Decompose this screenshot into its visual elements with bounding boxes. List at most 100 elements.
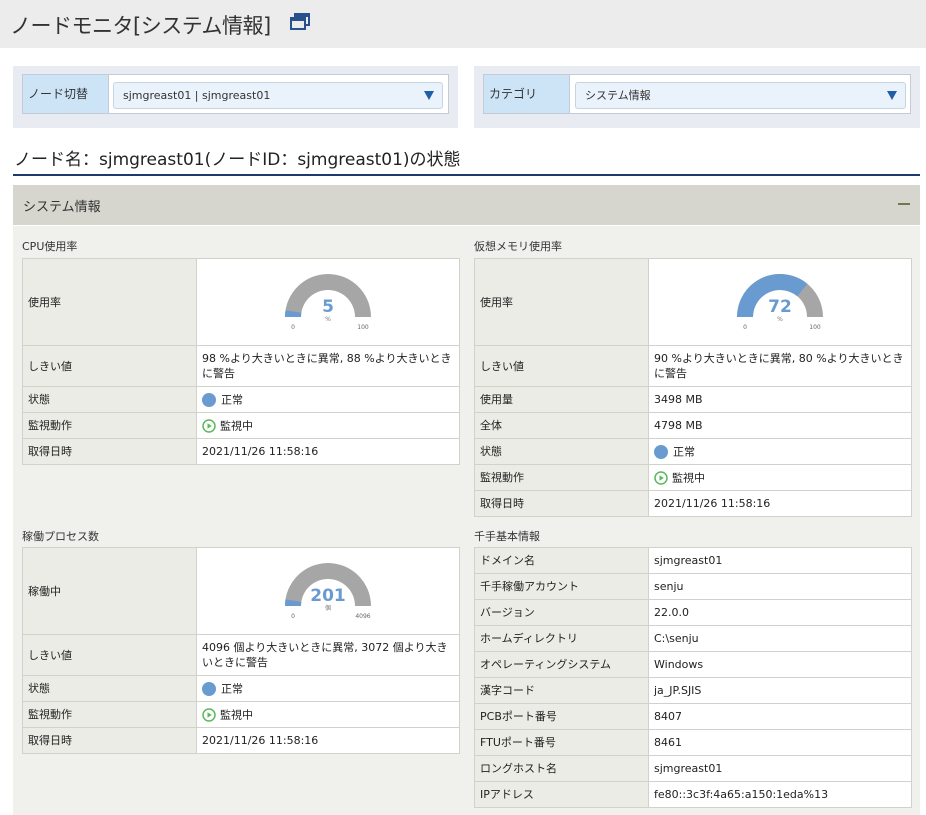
domain-label: ドメイン名 bbox=[474, 547, 649, 574]
table-row: 監視動作 監視中 bbox=[474, 464, 912, 491]
long-host-label: ロングホスト名 bbox=[474, 755, 649, 782]
table-row: 取得日時 2021/11/26 11:58:16 bbox=[474, 490, 912, 517]
charset-value: ja_JP.SJIS bbox=[648, 677, 912, 704]
total-value: 4798 MB bbox=[648, 412, 912, 439]
table-row: 千手稼働アカウント senju bbox=[474, 573, 912, 600]
gauge-min-label: 0 bbox=[291, 613, 295, 620]
senju-info-table: ドメイン名 sjmgreast01 千手稼働アカウント senju バージョン 22.… bbox=[474, 547, 912, 808]
table-row: 状態 正常 bbox=[474, 438, 912, 465]
status-value: 正常 bbox=[673, 445, 695, 459]
memory-usage-table: 使用率 72% 0 100 しきい値 90 %より大きいときに異常, 80 %より大… bbox=[474, 258, 912, 517]
play-circle-icon bbox=[654, 471, 668, 485]
table-row: ホームディレクトリ C:\senju bbox=[474, 625, 912, 652]
page-header: ノードモニタ[システム情報] bbox=[0, 0, 926, 48]
monitor-label: 監視動作 bbox=[474, 464, 649, 491]
cpu-gauge-cell: 5% 0 100 bbox=[196, 258, 460, 346]
dropdown-arrow-icon bbox=[887, 91, 897, 100]
category-selector-label: カテゴリ bbox=[484, 75, 570, 113]
system-info-section-header[interactable]: システム情報 bbox=[13, 185, 920, 225]
time-label: 取得日時 bbox=[22, 438, 197, 465]
senju-info-title: 千手基本情報 bbox=[474, 530, 540, 543]
threshold-label: しきい値 bbox=[474, 345, 649, 387]
time-value: 2021/11/26 11:58:16 bbox=[196, 438, 460, 465]
node-status-heading: ノード名：sjmgreast01(ノードID：sjmgreast01)の状態 bbox=[14, 150, 461, 170]
gauge-unit: 個 bbox=[325, 604, 331, 612]
table-row: 漢字コード ja_JP.SJIS bbox=[474, 677, 912, 704]
memory-gauge-cell: 72% 0 100 bbox=[648, 258, 912, 346]
time-value: 2021/11/26 11:58:16 bbox=[648, 490, 912, 517]
status-cell: 正常 bbox=[196, 675, 460, 702]
process-gauge-label: 稼働中 bbox=[22, 547, 197, 635]
category-selector-panel: カテゴリ システム情報 bbox=[474, 66, 920, 128]
process-gauge-cell: 201 個 0 4096 bbox=[196, 547, 460, 635]
table-row: 使用率 5% 0 100 bbox=[22, 258, 460, 346]
page-title: ノードモニタ[システム情報] bbox=[10, 14, 271, 38]
category-dropdown-value: システム情報 bbox=[585, 89, 651, 102]
table-row: 使用率 72% 0 100 bbox=[474, 258, 912, 346]
category-dropdown[interactable]: システム情報 bbox=[575, 82, 906, 109]
memory-usage-title: 仮想メモリ使用率 bbox=[474, 240, 562, 253]
threshold-value: 4096 個より大きいときに異常, 3072 個より大きいときに警告 bbox=[196, 634, 460, 676]
status-label: 状態 bbox=[22, 675, 197, 702]
node-selector-label: ノード切替 bbox=[23, 75, 109, 113]
version-value: 22.0.0 bbox=[648, 599, 912, 626]
monitor-cell: 監視中 bbox=[196, 412, 460, 439]
monitor-value: 監視中 bbox=[672, 471, 705, 485]
gauge-unit: % bbox=[325, 316, 331, 323]
pcb-port-value: 8407 bbox=[648, 703, 912, 730]
table-row: ドメイン名 sjmgreast01 bbox=[474, 547, 912, 574]
threshold-value: 90 %より大きいときに異常, 80 %より大きいときに警告 bbox=[648, 345, 912, 387]
ip-address-value: fe80::3c3f:4a65:a150:1eda%13 bbox=[648, 781, 912, 808]
pcb-port-label: PCBポート番号 bbox=[474, 703, 649, 730]
gauge-value: 201 bbox=[310, 586, 346, 606]
time-label: 取得日時 bbox=[474, 490, 649, 517]
status-value: 正常 bbox=[221, 682, 243, 696]
table-row: ロングホスト名 sjmgreast01 bbox=[474, 755, 912, 782]
table-row: 状態 正常 bbox=[22, 386, 460, 413]
threshold-label: しきい値 bbox=[22, 345, 197, 387]
account-value: senju bbox=[648, 573, 912, 600]
gauge-unit: % bbox=[777, 316, 783, 323]
new-window-icon[interactable] bbox=[289, 12, 311, 32]
monitor-cell: 監視中 bbox=[196, 701, 460, 728]
memory-gauge-label: 使用率 bbox=[474, 258, 649, 346]
version-label: バージョン bbox=[474, 599, 649, 626]
heading-divider bbox=[13, 174, 920, 176]
gauge-value: 72 bbox=[768, 297, 792, 317]
table-row: FTUポート番号 8461 bbox=[474, 729, 912, 756]
cpu-usage-title: CPU使用率 bbox=[22, 240, 78, 253]
process-count-title: 稼働プロセス数 bbox=[22, 530, 99, 543]
threshold-label: しきい値 bbox=[22, 634, 197, 676]
monitor-value: 監視中 bbox=[220, 419, 253, 433]
dropdown-arrow-icon bbox=[424, 91, 434, 100]
long-host-value: sjmgreast01 bbox=[648, 755, 912, 782]
home-dir-value: C:\senju bbox=[648, 625, 912, 652]
node-dropdown[interactable]: sjmgreast01 | sjmgreast01 bbox=[113, 82, 443, 109]
monitor-cell: 監視中 bbox=[648, 464, 912, 491]
table-row: 稼働中 201 個 0 4096 bbox=[22, 547, 460, 635]
gauge-min-label: 0 bbox=[291, 324, 295, 331]
cpu-usage-table: 使用率 5% 0 100 しきい値 98 %より大きいときに異常, 88 %より大き… bbox=[22, 258, 460, 465]
cpu-gauge-label: 使用率 bbox=[22, 258, 197, 346]
table-row: しきい値 4096 個より大きいときに異常, 3072 個より大きいときに警告 bbox=[22, 634, 460, 676]
memory-usage-gauge: 72% 0 100 bbox=[737, 274, 823, 331]
table-row: PCBポート番号 8407 bbox=[474, 703, 912, 730]
gauge-min-label: 0 bbox=[743, 324, 747, 331]
table-row: 状態 正常 bbox=[22, 675, 460, 702]
os-value: Windows bbox=[648, 651, 912, 678]
table-row: 取得日時 2021/11/26 11:58:16 bbox=[22, 438, 460, 465]
gauge-max-label: 100 bbox=[809, 324, 821, 331]
play-circle-icon bbox=[202, 419, 216, 433]
status-label: 状態 bbox=[474, 438, 649, 465]
status-value: 正常 bbox=[221, 393, 243, 407]
table-row: しきい値 90 %より大きいときに異常, 80 %より大きいときに警告 bbox=[474, 345, 912, 387]
status-label: 状態 bbox=[22, 386, 197, 413]
table-row: IPアドレス fe80::3c3f:4a65:a150:1eda%13 bbox=[474, 781, 912, 808]
collapse-minus-icon[interactable] bbox=[898, 203, 910, 205]
account-label: 千手稼働アカウント bbox=[474, 573, 649, 600]
table-row: 使用量 3498 MB bbox=[474, 386, 912, 413]
home-dir-label: ホームディレクトリ bbox=[474, 625, 649, 652]
monitor-value: 監視中 bbox=[220, 708, 253, 722]
time-label: 取得日時 bbox=[22, 727, 197, 754]
ftu-port-label: FTUポート番号 bbox=[474, 729, 649, 756]
